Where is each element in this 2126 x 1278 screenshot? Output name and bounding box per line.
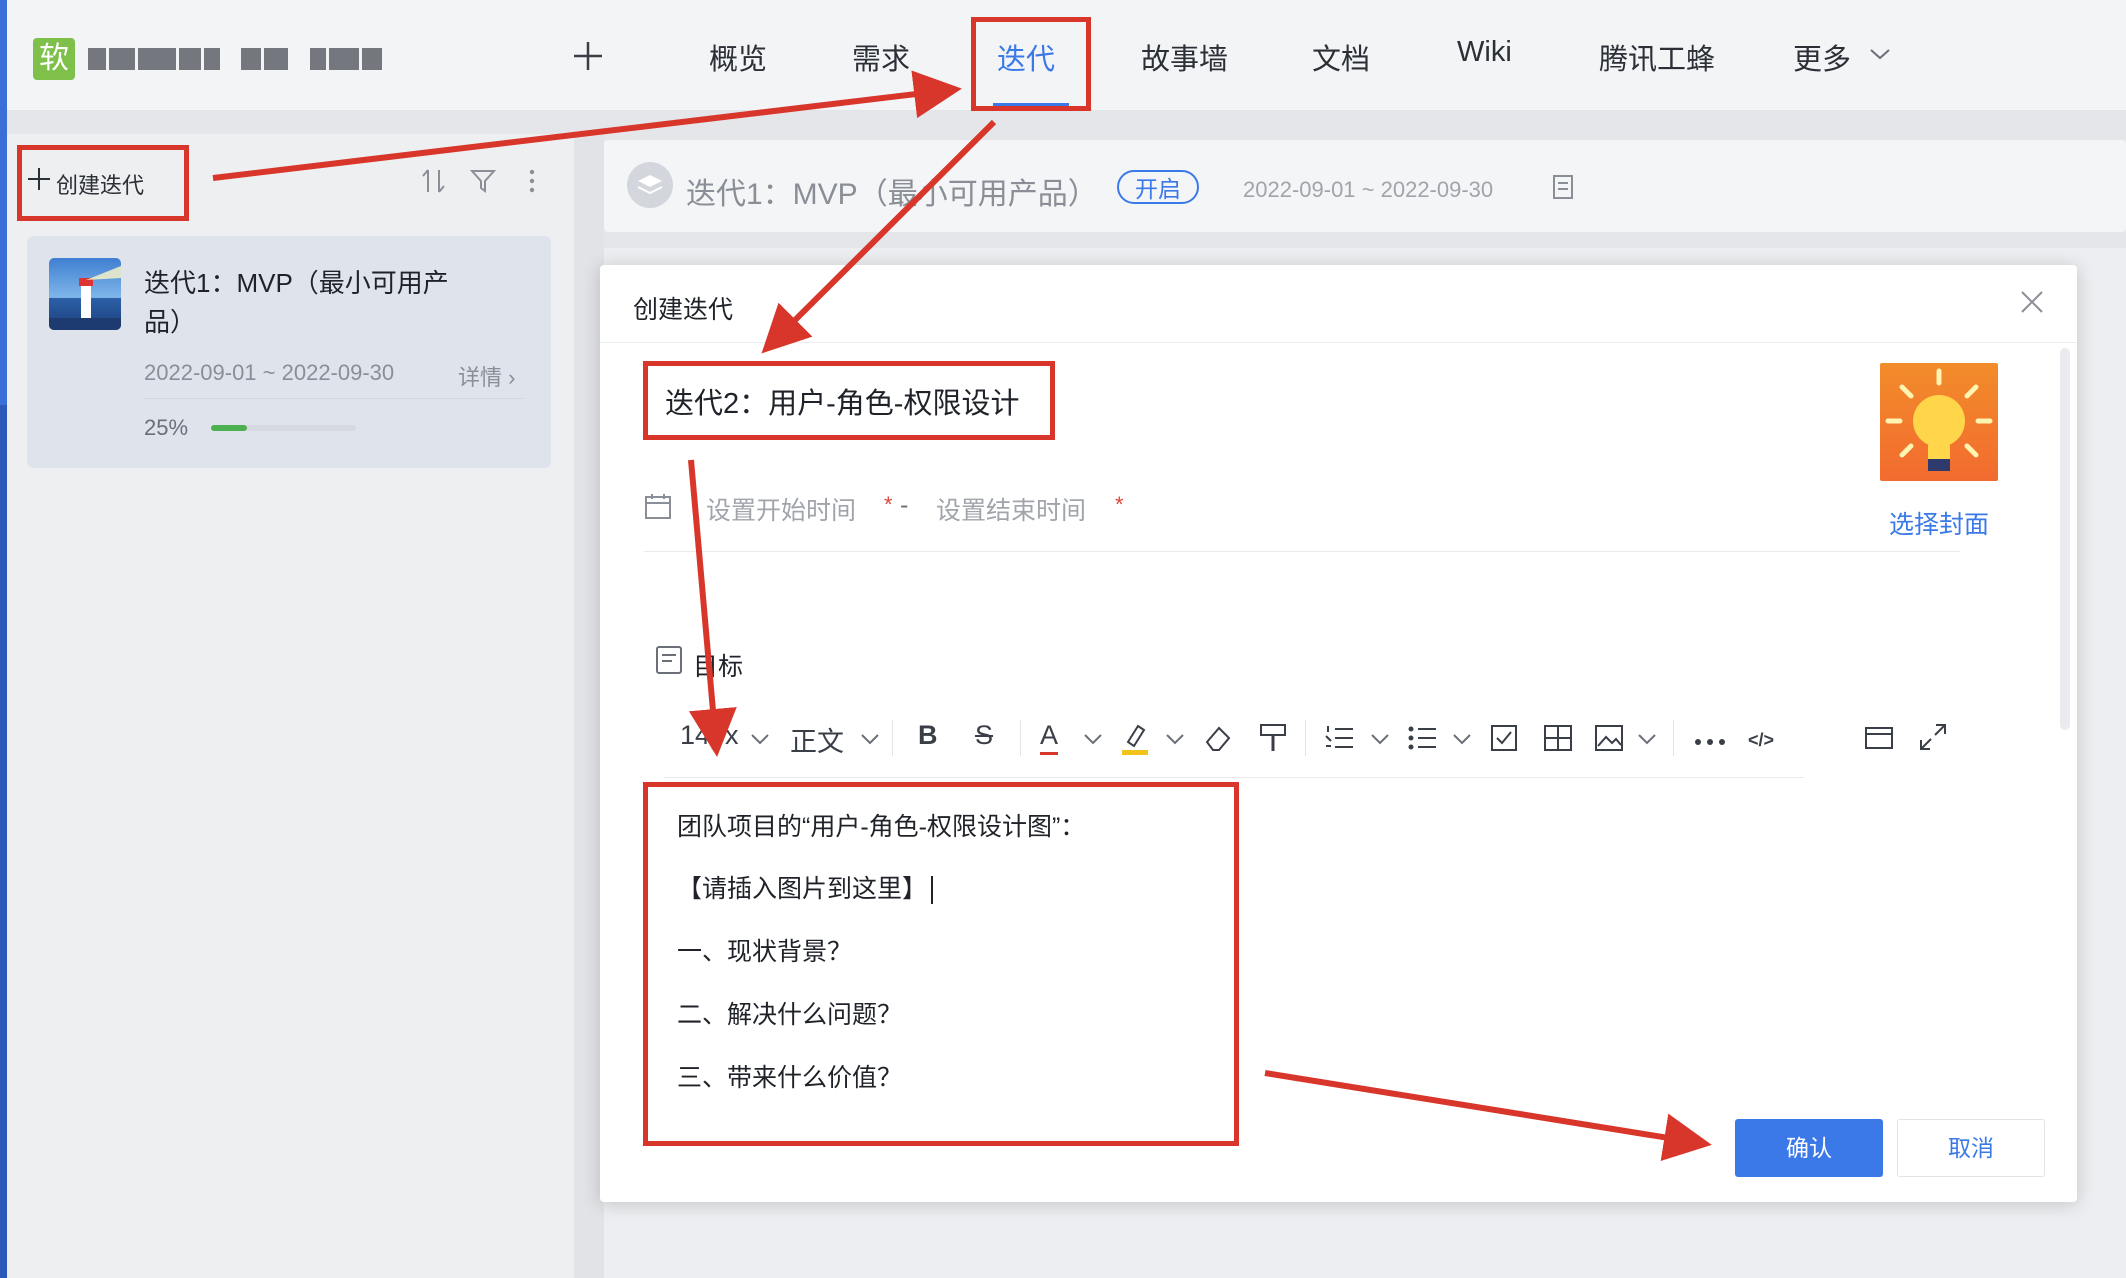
nav-documents[interactable]: 文档 — [1312, 36, 1370, 78]
chevron-down-icon[interactable] — [750, 732, 770, 750]
image-icon[interactable] — [1594, 724, 1624, 757]
toolbar-bottom-divider — [664, 777, 1804, 778]
confirm-button[interactable]: 确认 — [1735, 1119, 1883, 1177]
chevron-down-icon[interactable] — [1370, 732, 1390, 750]
cover-image[interactable] — [1880, 363, 1998, 481]
required-mark: * — [1115, 492, 1124, 517]
iteration-detail-label: 详情 — [458, 365, 503, 390]
lighthouse-thumbnail — [49, 258, 121, 330]
checklist-icon[interactable] — [1490, 724, 1520, 757]
nav-more[interactable]: 更多 — [1793, 36, 1851, 78]
editor-line: 一、现状背景？ — [677, 938, 853, 966]
iteration-progress-text: 25% — [144, 415, 189, 440]
more-vertical-icon[interactable] — [526, 168, 538, 199]
left-edge-strip-lower — [0, 405, 7, 1278]
ordered-list-icon[interactable] — [1325, 724, 1355, 757]
toolbar-divider — [1020, 720, 1021, 756]
editor-line: 三、带来什么价值？ — [677, 1064, 903, 1092]
nav-active-underline — [993, 103, 1069, 106]
create-iteration-button[interactable]: 创建迭代 — [56, 168, 144, 200]
code-icon[interactable]: </> — [1748, 730, 1774, 751]
iteration-card-dates: 2022-09-01 ~ 2022-09-30 — [144, 360, 395, 385]
template-icon[interactable] — [1864, 724, 1894, 757]
toolbar-divider — [892, 720, 893, 756]
editor-line-text: 【请插入图片到这里】 — [677, 875, 928, 903]
editor-line: 团队项目的“用户-角色-权限设计图”： — [677, 813, 1086, 841]
blurred-project-name — [88, 48, 385, 72]
chevron-down-icon[interactable] — [1165, 732, 1185, 750]
layers-icon — [627, 162, 673, 208]
paragraph-style-select[interactable]: 正文 — [790, 720, 844, 757]
chevron-down-icon[interactable] — [1868, 46, 1892, 67]
dialog-scrollbar[interactable] — [2060, 348, 2070, 730]
cancel-button[interactable]: 取消 — [1897, 1119, 2045, 1177]
project-logo: 软 — [33, 38, 75, 80]
document-icon[interactable] — [1552, 174, 1574, 205]
start-date-input[interactable]: 设置开始时间 — [706, 491, 856, 527]
plus-icon[interactable] — [570, 38, 606, 74]
calendar-icon — [644, 492, 672, 525]
iteration-header-dates: 2022-09-01 ~ 2022-09-30 — [1243, 177, 1494, 202]
font-color-icon[interactable]: A — [1040, 720, 1059, 755]
iteration-card-title-line1: 迭代1：MVP（最小可用产 — [144, 268, 449, 298]
iteration-detail-link[interactable]: 详情 › — [458, 360, 515, 392]
editor-line: 二、解决什么问题？ — [677, 1001, 903, 1029]
iteration-card-title-line2: 品） — [144, 307, 197, 337]
iteration-header-title: 迭代1：MVP（最小可用产品） — [686, 178, 1098, 211]
chevron-down-icon[interactable] — [860, 732, 880, 750]
eraser-icon[interactable] — [1203, 724, 1233, 757]
filter-icon[interactable] — [469, 168, 497, 199]
nav-wiki[interactable]: Wiki — [1457, 36, 1512, 69]
dialog-header-divider — [600, 342, 2077, 343]
goal-label: 目标 — [693, 653, 744, 681]
nav-overview[interactable]: 概览 — [709, 36, 767, 78]
toolbar-divider — [1673, 720, 1674, 756]
card-divider — [144, 398, 524, 399]
chevron-down-icon[interactable] — [1083, 732, 1103, 750]
nav-requirements[interactable]: 需求 — [852, 36, 910, 78]
more-horizontal-icon[interactable] — [1694, 734, 1726, 752]
end-date-input[interactable]: 设置结束时间 — [936, 491, 1086, 527]
nav-iterations[interactable]: 迭代 — [997, 36, 1055, 78]
highlight-icon[interactable] — [1120, 722, 1150, 761]
table-icon[interactable] — [1543, 724, 1573, 757]
bullet-list-icon[interactable] — [1408, 724, 1438, 757]
nav-story-wall[interactable]: 故事墙 — [1141, 36, 1228, 78]
dialog-title: 创建迭代 — [633, 296, 734, 324]
chevron-down-icon[interactable] — [1452, 732, 1472, 750]
text-cursor — [931, 876, 934, 905]
nav-tencent-gongfeng[interactable]: 腾讯工蜂 — [1599, 36, 1715, 78]
status-badge[interactable]: 开启 — [1117, 170, 1199, 204]
font-size-select[interactable]: 14px — [680, 720, 739, 756]
chevron-right-icon: › — [502, 365, 516, 390]
plus-icon[interactable] — [26, 166, 52, 192]
select-cover-link[interactable]: 选择封面 — [1889, 505, 1989, 541]
editor-line: 【请插入图片到这里】 — [677, 869, 934, 905]
date-range-separator: - — [900, 491, 909, 519]
progress-fill — [211, 425, 248, 431]
bold-icon[interactable]: B — [918, 720, 938, 756]
required-mark: * — [884, 492, 893, 517]
close-icon[interactable] — [2018, 288, 2046, 321]
strikethrough-icon[interactable]: S — [975, 720, 993, 756]
format-painter-icon[interactable] — [1258, 722, 1288, 759]
goal-icon — [655, 645, 685, 680]
iteration-name-input[interactable]: 迭代2：用户-角色-权限设计 — [665, 380, 1019, 422]
sort-icon[interactable] — [420, 168, 448, 199]
chevron-down-icon[interactable] — [1637, 732, 1657, 750]
toolbar-divider — [1305, 720, 1306, 756]
fullscreen-icon[interactable] — [1918, 722, 1948, 757]
date-field-divider — [644, 551, 1960, 552]
